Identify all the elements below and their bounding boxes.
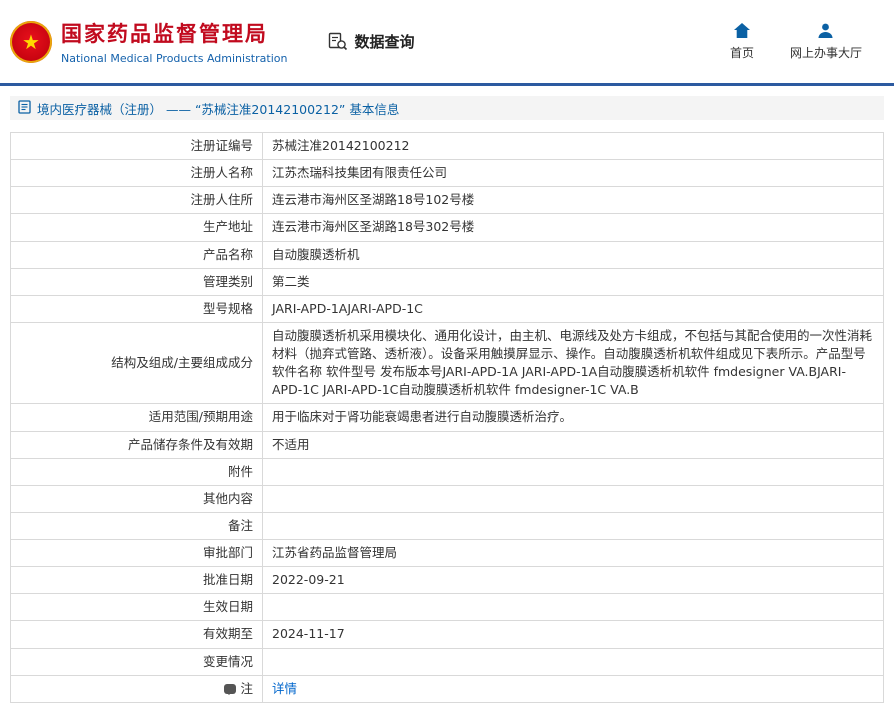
row-label-model-spec: 型号规格	[10, 294, 263, 323]
row-value-intended-use: 用于临床对于肾功能衰竭患者进行自动腹膜透析治疗。	[262, 403, 884, 432]
table-row-production-address: 生产地址 连云港市海州区圣湖路18号302号楼	[10, 213, 884, 242]
row-value-registrant-name: 江苏杰瑞科技集团有限责任公司	[262, 159, 884, 188]
row-label-text: 生产地址	[202, 219, 253, 235]
document-icon	[18, 99, 31, 117]
row-label-other-content: 其他内容	[10, 484, 263, 513]
row-value-structure-composition: 自动腹膜透析机采用模块化、通用化设计，由主机、电源线及处方卡组成，不包括与其配合…	[262, 321, 884, 405]
table-row-model-spec: 型号规格 JARI-APD-1AJARI-APD-1C	[10, 294, 884, 323]
table-row-management-class: 管理类别 第二类	[10, 267, 884, 296]
row-label-effective-date: 生效日期	[10, 593, 263, 622]
breadcrumb-text: 境内医疗器械（注册） —— “苏械注准20142100212” 基本信息	[37, 101, 400, 117]
row-label-text: 备注	[227, 517, 253, 533]
table-row-note: 注 详情	[10, 674, 884, 703]
row-label-valid-until: 有效期至	[10, 620, 263, 649]
row-label-approval-date: 批准日期	[10, 566, 263, 595]
table-row-approval-date: 批准日期 2022-09-21	[10, 566, 884, 595]
breadcrumb: 境内医疗器械（注册） —— “苏械注准20142100212” 基本信息	[10, 96, 884, 120]
row-label-reg-cert-no: 注册证编号	[10, 131, 263, 161]
row-value-change-status	[262, 647, 884, 676]
row-label-text: 其他内容	[202, 490, 253, 506]
page-header: ★ 国家药品监督管理局 National Medical Products Ad…	[0, 0, 894, 86]
row-label-management-class: 管理类别	[10, 267, 263, 296]
row-label-change-status: 变更情况	[10, 647, 263, 676]
row-value-storage-validity: 不适用	[262, 430, 884, 459]
table-row-structure-composition: 结构及组成/主要组成成分 自动腹膜透析机采用模块化、通用化设计，由主机、电源线及处…	[10, 321, 884, 405]
row-label-storage-validity: 产品储存条件及有效期	[10, 430, 263, 459]
org-name-cn: 国家药品监督管理局	[61, 22, 268, 46]
row-label-text: 型号规格	[202, 300, 253, 316]
row-value-other-content	[262, 484, 884, 513]
row-value-reg-cert-no: 苏械注准20142100212	[262, 131, 884, 161]
info-table-body: 注册证编号 苏械注准20142100212 注册人名称 江苏杰瑞科技集团有限责任公司注…	[10, 131, 884, 703]
row-label-production-address: 生产地址	[10, 213, 263, 242]
national-emblem-logo: ★	[10, 20, 52, 63]
row-label-text: 生效日期	[202, 599, 253, 615]
nav-online-service-hall[interactable]: 网上办事大厅	[790, 22, 862, 61]
row-value-remark	[262, 511, 884, 541]
table-row-change-status: 变更情况	[10, 647, 884, 676]
data-query-nav[interactable]: 数据查询	[327, 31, 414, 52]
row-label-text: 变更情况	[202, 653, 253, 669]
row-value-attachment	[262, 457, 884, 486]
row-label-text: 审批部门	[202, 545, 253, 560]
data-query-label: 数据查询	[354, 33, 415, 51]
row-label-registrant-address: 注册人住所	[10, 186, 263, 215]
row-value-approval-dept: 江苏省药品监督管理局	[262, 538, 884, 568]
row-label-text: 适用范围/预期用途	[148, 409, 253, 425]
table-row-reg-cert-no: 注册证编号 苏械注准20142100212	[10, 131, 884, 161]
header-nav: 首页 网上办事大厅	[730, 22, 876, 61]
row-label-product-name: 产品名称	[10, 240, 263, 269]
row-label-text: 注	[240, 680, 253, 696]
table-row-product-name: 产品名称 自动腹膜透析机	[10, 240, 884, 269]
row-label-remark: 备注	[10, 511, 263, 541]
table-row-intended-use: 适用范围/预期用途 用于临床对于肾功能衰竭患者进行自动腹膜透析治疗。	[10, 403, 884, 432]
nav-home[interactable]: 首页	[730, 22, 754, 61]
table-row-remark: 备注	[10, 511, 884, 541]
row-label-text: 注册人名称	[190, 165, 253, 181]
row-value-note: 详情	[262, 674, 884, 703]
row-label-attachment: 附件	[10, 457, 263, 486]
org-name-en: National Medical Products Administration	[61, 52, 288, 65]
detail-link[interactable]: 详情	[272, 681, 297, 696]
table-row-registrant-name: 注册人名称 江苏杰瑞科技集团有限责任公司	[10, 159, 884, 188]
row-label-text: 批准日期	[202, 572, 253, 588]
nav-hall-label: 网上办事大厅	[789, 46, 862, 60]
note-bubble-icon	[224, 683, 237, 695]
row-label-registrant-name: 注册人名称	[10, 159, 263, 188]
table-row-other-content: 其他内容	[10, 484, 884, 513]
row-value-effective-date	[262, 593, 884, 622]
row-label-note: 注	[10, 674, 263, 703]
user-icon	[817, 22, 834, 39]
table-row-attachment: 附件	[10, 457, 884, 486]
registration-info-table: 注册证编号 苏械注准20142100212 注册人名称 江苏杰瑞科技集团有限责任公司注…	[10, 131, 884, 703]
row-label-structure-composition: 结构及组成/主要组成成分	[10, 321, 263, 405]
document-search-icon	[327, 31, 348, 52]
row-value-management-class: 第二类	[262, 267, 884, 296]
row-label-text: 管理类别	[202, 273, 253, 289]
brand-logo-block[interactable]: ★ 国家药品监督管理局 National Medical Products Ad…	[10, 18, 287, 65]
table-row-registrant-address: 注册人住所 连云港市海州区圣湖路18号102号楼	[10, 186, 884, 215]
row-label-text: 附件	[227, 463, 253, 479]
row-label-intended-use: 适用范围/预期用途	[10, 403, 263, 432]
row-value-production-address: 连云港市海州区圣湖路18号302号楼	[262, 213, 884, 242]
row-value-registrant-address: 连云港市海州区圣湖路18号102号楼	[262, 186, 884, 215]
row-label-text: 注册证编号	[190, 138, 253, 153]
home-icon	[733, 22, 751, 39]
row-value-model-spec: JARI-APD-1AJARI-APD-1C	[262, 294, 884, 323]
row-label-text: 产品名称	[202, 246, 253, 262]
nav-home-label: 首页	[729, 46, 754, 60]
table-row-valid-until: 有效期至 2024-11-17	[10, 620, 884, 649]
row-label-text: 注册人住所	[190, 192, 253, 208]
table-row-effective-date: 生效日期	[10, 593, 884, 622]
row-label-approval-dept: 审批部门	[10, 538, 263, 568]
row-label-text: 有效期至	[202, 626, 253, 642]
row-label-text: 结构及组成/主要组成成分	[111, 355, 253, 371]
table-row-approval-dept: 审批部门 江苏省药品监督管理局	[10, 538, 884, 568]
row-value-valid-until: 2024-11-17	[262, 620, 884, 649]
org-titles: 国家药品监督管理局 National Medical Products Admi…	[61, 18, 287, 65]
row-label-text: 产品储存条件及有效期	[127, 436, 253, 452]
table-row-storage-validity: 产品储存条件及有效期 不适用	[10, 430, 884, 459]
row-value-product-name: 自动腹膜透析机	[262, 240, 884, 269]
row-value-approval-date: 2022-09-21	[262, 566, 884, 595]
